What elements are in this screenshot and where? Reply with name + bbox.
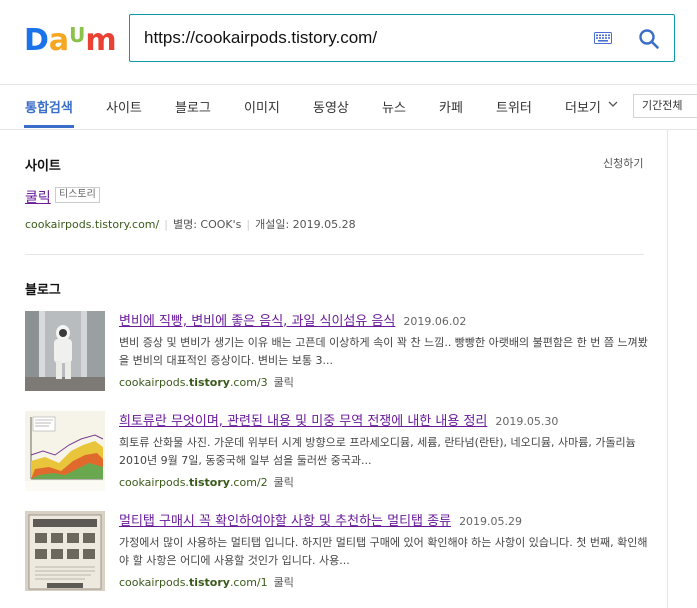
period-filter-button[interactable]: 기간전체 bbox=[633, 94, 697, 118]
search-box bbox=[129, 14, 675, 62]
post-title-text[interactable]: 변비에 직빵, 변비에 좋은 음식, 과일 식이섬유 음식 bbox=[119, 314, 395, 329]
blog-item: 희토류란 무엇이며, 관련된 내용 및 미중 무역 전쟁에 내한 내용 정리 20… bbox=[25, 411, 655, 493]
right-column-divider bbox=[667, 130, 668, 608]
blog-name[interactable]: 쿨릭 bbox=[274, 476, 294, 489]
logo-letter: a bbox=[48, 23, 70, 58]
post-url-suffix: .com/3 bbox=[229, 376, 268, 389]
header: DaUm bbox=[0, 0, 697, 85]
post-url-bold: tistory bbox=[188, 576, 230, 589]
thumbnail-image[interactable] bbox=[25, 511, 105, 591]
post-title-link[interactable]: 희토류란 무엇이며, 관련된 내용 및 미중 무역 전쟁에 내한 내용 정리 20… bbox=[119, 410, 558, 429]
post-url-prefix: cookairpods. bbox=[119, 376, 189, 389]
site-name-link[interactable]: 쿨릭 bbox=[25, 187, 51, 207]
apply-link[interactable]: 신청하기 bbox=[603, 155, 643, 171]
post-url-prefix: cookairpods. bbox=[119, 576, 189, 589]
search-icon[interactable] bbox=[638, 28, 660, 50]
post-title-link[interactable]: 변비에 직빵, 변비에 좋은 음식, 과일 식이섬유 음식 2019.06.02 bbox=[119, 310, 466, 329]
section-divider bbox=[25, 254, 644, 255]
post-url-link[interactable]: cookairpods.tistory.com/1 bbox=[119, 576, 268, 589]
post-description: 변비 증상 및 변비가 생기는 이유 배는 고픈데 이상하게 속이 꽉 찬 느낌… bbox=[119, 336, 648, 367]
site-section-title: 사이트 bbox=[25, 159, 61, 174]
tab-news[interactable]: 뉴스 bbox=[382, 97, 406, 116]
site-badge: 티스토리 bbox=[55, 187, 100, 203]
tab-image[interactable]: 이미지 bbox=[244, 97, 280, 116]
tab-site[interactable]: 사이트 bbox=[106, 97, 142, 116]
post-url-suffix: .com/1 bbox=[229, 576, 268, 589]
logo-letter: U bbox=[69, 23, 86, 47]
thumbnail-image[interactable] bbox=[25, 311, 105, 391]
logo-letter: m bbox=[85, 23, 117, 58]
chevron-down-icon[interactable] bbox=[608, 100, 618, 108]
tab-twitter[interactable]: 트위터 bbox=[496, 97, 532, 116]
blog-item: 변비에 직빵, 변비에 좋은 음식, 과일 식이섬유 음식 2019.06.02 … bbox=[25, 311, 655, 393]
post-date: 2019.05.29 bbox=[459, 515, 523, 528]
tab-more[interactable]: 더보기 bbox=[565, 97, 601, 116]
post-title-link[interactable]: 멀티탭 구매시 꼭 확인하여야할 사항 및 추천하는 멀티탭 종류 2019.05… bbox=[119, 510, 522, 529]
site-alias: 별명: COOK's bbox=[172, 218, 242, 231]
meta-separator: | bbox=[164, 218, 168, 231]
post-description: 희토류 산화물 사진. 가운데 위부터 시계 방향으로 프라세오디뮴, 세륨, … bbox=[119, 436, 636, 467]
post-description: 가정에서 많이 사용하는 멀티탭 입니다. 하지만 멀티탭 구매에 있어 확인해… bbox=[119, 536, 648, 567]
post-title-text[interactable]: 희토류란 무엇이며, 관련된 내용 및 미중 무역 전쟁에 내한 내용 정리 bbox=[119, 414, 487, 429]
post-url-suffix: .com/2 bbox=[229, 476, 268, 489]
post-url-prefix: cookairpods. bbox=[119, 476, 189, 489]
logo-letter: D bbox=[24, 23, 49, 58]
post-meta: cookairpods.tistory.com/3 쿨릭 bbox=[119, 374, 294, 390]
blog-name[interactable]: 쿨릭 bbox=[274, 376, 294, 389]
post-date: 2019.05.30 bbox=[495, 415, 559, 428]
search-input[interactable] bbox=[144, 15, 564, 61]
tab-integrated[interactable]: 통합검색 bbox=[25, 97, 73, 116]
post-url-link[interactable]: cookairpods.tistory.com/2 bbox=[119, 476, 268, 489]
meta-separator: | bbox=[246, 218, 251, 231]
post-meta: cookairpods.tistory.com/2 쿨릭 bbox=[119, 474, 294, 490]
site-opened-date: 개설일: 2019.05.28 bbox=[255, 218, 356, 231]
search-tabs: 통합검색 사이트 블로그 이미지 동영상 뉴스 카페 트위터 더보기 기간전체 bbox=[0, 85, 697, 130]
blog-section-title: 블로그 bbox=[25, 283, 61, 298]
thumbnail-image[interactable] bbox=[25, 411, 105, 491]
blog-item: 멀티탭 구매시 꼭 확인하여야할 사항 및 추천하는 멀티탭 종류 2019.05… bbox=[25, 511, 655, 593]
post-url-bold: tistory bbox=[188, 376, 230, 389]
blog-name[interactable]: 쿨릭 bbox=[274, 576, 294, 589]
tab-cafe[interactable]: 카페 bbox=[439, 97, 463, 116]
keyboard-icon[interactable] bbox=[594, 32, 612, 44]
post-title-text[interactable]: 멀티탭 구매시 꼭 확인하여야할 사항 및 추천하는 멀티탭 종류 bbox=[119, 514, 451, 529]
daum-logo[interactable]: DaUm bbox=[24, 25, 117, 57]
site-meta: cookairpods.tistory.com/ | 별명: COOK's | 개설일:… bbox=[25, 216, 356, 232]
tab-blog[interactable]: 블로그 bbox=[175, 97, 211, 116]
post-url-bold: tistory bbox=[188, 476, 230, 489]
post-date: 2019.06.02 bbox=[403, 315, 467, 328]
post-meta: cookairpods.tistory.com/1 쿨릭 bbox=[119, 574, 294, 590]
post-url-link[interactable]: cookairpods.tistory.com/3 bbox=[119, 376, 268, 389]
active-tab-indicator bbox=[24, 125, 74, 128]
tab-video[interactable]: 동영상 bbox=[313, 97, 349, 116]
site-url-link[interactable]: cookairpods.tistory.com/ bbox=[25, 218, 159, 231]
